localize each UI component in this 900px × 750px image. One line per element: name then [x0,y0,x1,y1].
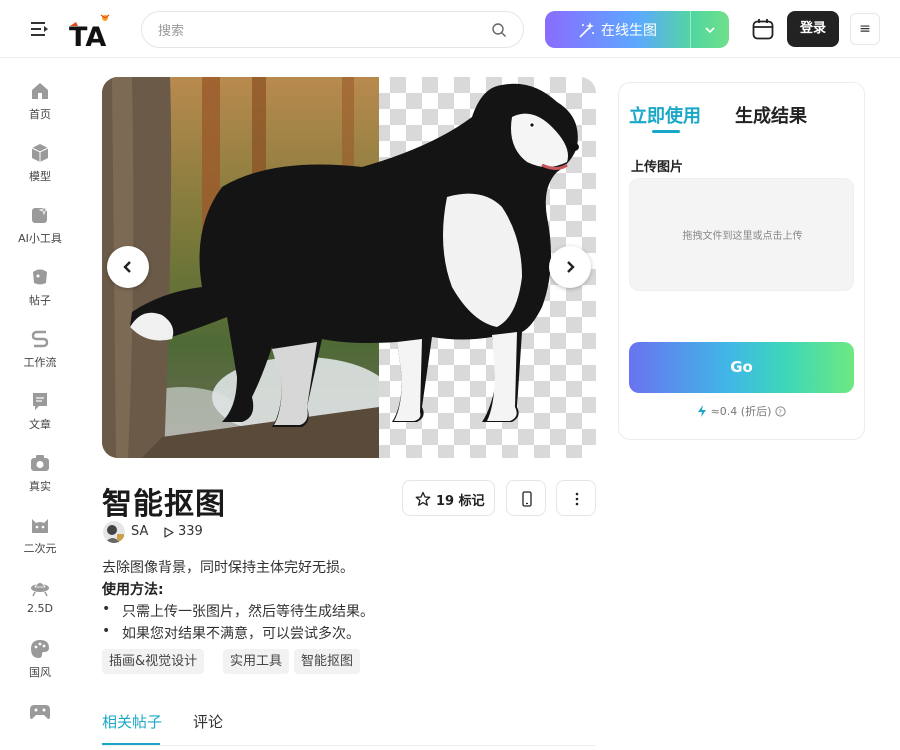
sidebar-item-realistic[interactable]: 真实 [10,452,70,502]
sidebar-item-label: 文章 [29,418,51,431]
view-count-value: 339 [178,524,203,539]
bullet: • [102,601,111,617]
sidebar-item-label: 帖子 [29,294,51,307]
author-name[interactable]: SA [131,524,148,539]
next-image-button[interactable] [549,246,591,288]
chevron-down-icon[interactable] [702,22,718,38]
ufo-icon [31,582,49,597]
camera-icon [31,455,49,471]
gamepad-icon [30,705,50,719]
sidebar-item-label: 国风 [29,666,51,679]
sidebar-item-workflow[interactable]: 工作流 [10,328,70,378]
sidebar-item-label: 模型 [29,170,51,183]
sidebar: 首页 模型 AI小工具 帖子 工作流 文章 真实 二次元 2.5D 国风 [0,58,80,750]
bullet: • [102,623,111,639]
active-tab-indicator [652,130,680,133]
star-icon [415,491,431,506]
chevron-right-icon [567,261,575,273]
online-generate-button[interactable]: 在线生图 [545,11,729,48]
sidebar-item-label: 真实 [29,480,51,493]
help-icon[interactable]: ? [775,406,786,417]
home-icon [32,83,48,99]
upload-label: 上传图片 [631,160,684,175]
go-button[interactable]: Go [629,342,854,393]
sidebar-item-2-5d[interactable]: 2.5D [10,576,70,626]
article-icon [33,393,47,410]
usage-item-text: 如果您对结果不满意，可以尝试多次。 [122,626,360,642]
phone-icon [522,491,532,507]
hero-image [102,77,596,458]
tag-smart-matting[interactable]: 智能抠图 [294,649,361,674]
upload-dropzone[interactable]: 拖拽文件到这里或点击上传 [629,178,854,291]
description: 去除图像背景，同时保持主体完好无损。 [102,560,354,576]
usage-item-text: 只需上传一张图片，然后等待生成结果。 [122,604,374,620]
dropzone-hint: 拖拽文件到这里或点击上传 [682,231,803,242]
sidebar-item-label: 首页 [29,108,51,121]
page-title: 智能抠图 [102,487,226,522]
tool-panel: 立即使用 生成结果 上传图片 拖拽文件到这里或点击上传 Go ≈0.4 (折后)… [618,82,865,440]
sidebar-item-guofeng[interactable]: 国风 [10,638,70,688]
tag-illustration[interactable]: 插画&视觉设计 [102,649,205,674]
lightning-icon [698,405,707,417]
sidebar-item-games[interactable] [10,700,70,750]
mobile-view-button[interactable] [506,480,546,516]
top-header: TA 在线生图 登录 ≡ [0,0,900,58]
search-bar [141,11,524,48]
author-avatar[interactable] [103,521,125,543]
prev-image-button[interactable] [107,246,149,288]
site-logo[interactable]: TA [68,12,118,53]
login-button[interactable]: 登录 [787,11,839,47]
magic-wand-icon [579,22,594,38]
bookmark-count: 19 标记 [436,494,485,509]
ai-tool-icon [32,204,50,223]
tab-use-now[interactable]: 立即使用 [629,102,701,128]
sidebar-toggle-icon[interactable] [30,20,50,38]
search-icon[interactable] [491,22,507,38]
palette-icon [31,640,49,658]
sidebar-item-models[interactable]: 模型 [10,142,70,192]
cost-info: ≈0.4 (折后) ? [619,403,864,419]
sidebar-item-home[interactable]: 首页 [10,80,70,130]
post-icon [33,269,47,285]
workflow-icon [31,330,49,348]
sidebar-item-anime[interactable]: 二次元 [10,514,70,564]
cost-value: ≈0.4 (折后) [710,405,772,418]
sidebar-item-posts[interactable]: 帖子 [10,266,70,316]
tag-utility[interactable]: 实用工具 [223,649,290,674]
vertical-dots-icon [575,492,579,506]
search-input[interactable] [158,21,478,41]
sidebar-item-label: AI小工具 [18,232,62,245]
usage-title: 使用方法: [102,582,164,598]
chevron-left-icon [123,261,131,273]
online-generate-label: 在线生图 [601,23,657,39]
tabs-divider [102,745,596,746]
bookmark-button[interactable]: 19 标记 [402,480,495,516]
svg-text:?: ? [778,408,782,416]
tab-related-posts[interactable]: 相关帖子 [102,711,162,732]
more-options-button[interactable] [556,480,596,516]
tab-results[interactable]: 生成结果 [735,102,807,128]
cube-icon [31,144,49,162]
button-divider [690,11,691,48]
calendar-icon[interactable] [751,17,775,41]
sidebar-item-label: 二次元 [23,542,57,555]
sidebar-item-articles[interactable]: 文章 [10,390,70,440]
anime-cat-icon [32,519,48,533]
more-menu-button[interactable]: ≡ [850,13,880,45]
tab-comments[interactable]: 评论 [193,711,223,732]
play-icon [164,527,174,538]
sidebar-item-label: 2.5D [27,602,53,615]
sidebar-item-ai-tools[interactable]: AI小工具 [10,204,70,254]
sidebar-item-label: 工作流 [23,356,57,369]
